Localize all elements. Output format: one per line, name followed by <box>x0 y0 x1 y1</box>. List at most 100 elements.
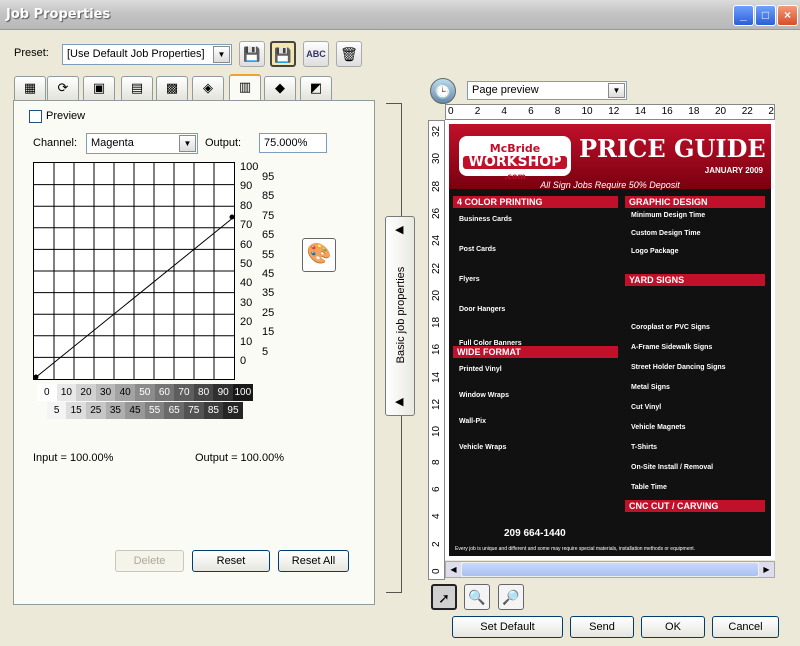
gray-swatch[interactable]: 55 <box>144 402 165 419</box>
output-scale-tick: 80 <box>240 199 253 212</box>
scrollbar-thumb[interactable] <box>462 563 758 576</box>
pointer-icon: ➚ <box>438 590 450 606</box>
gray-swatch[interactable]: 35 <box>105 402 126 419</box>
output-scale-tick: 40 <box>240 277 253 290</box>
tab-color-management[interactable]: ◩ <box>300 76 332 100</box>
gray-swatch[interactable]: 45 <box>125 402 145 419</box>
ruler-tick-label: 0 <box>448 106 454 117</box>
save-preset-button[interactable]: 💾 <box>239 41 265 67</box>
output-scale-tick: 20 <box>240 316 253 329</box>
cancel-button[interactable]: Cancel <box>712 616 779 638</box>
gray-swatch[interactable]: 65 <box>164 402 184 419</box>
title-bar: Job Properties _ □ × <box>0 0 800 30</box>
ruler-tick-label: 10 <box>431 426 442 438</box>
channel-select[interactable]: Magenta ▼ <box>86 133 198 154</box>
gray-swatch[interactable]: 75 <box>184 402 204 419</box>
section-yard-signs: YARD SIGNS <box>625 274 765 286</box>
abc-icon: ABC <box>306 49 326 59</box>
tab-rotate[interactable]: ⟳ <box>47 76 79 100</box>
select-tool-button[interactable]: ➚ <box>431 584 457 610</box>
send-button[interactable]: Send <box>570 616 634 638</box>
tab-layers[interactable]: ◆ <box>264 76 296 100</box>
chevron-left-icon[interactable]: ◀ <box>446 562 461 577</box>
price-row-label: Cut Vinyl <box>631 404 662 411</box>
gray-swatch[interactable]: 25 <box>86 402 106 419</box>
zoom-page-icon: 🔎 <box>502 589 520 605</box>
ruler-tick-label: 32 <box>431 125 442 137</box>
gray-swatch[interactable]: 100 <box>233 384 253 401</box>
media-icon: ▣ <box>92 80 106 95</box>
price-row-label: Metal Signs <box>631 384 670 391</box>
page-icon: ▦ <box>23 80 37 95</box>
output-value: 75.000% <box>264 137 308 149</box>
ruler-tick-label: 26 <box>431 207 442 219</box>
gray-swatch[interactable]: 30 <box>95 384 116 401</box>
set-default-button[interactable]: Set Default <box>452 616 563 638</box>
gray-swatch[interactable]: 0 <box>37 384 57 401</box>
save-as-preset-button[interactable]: 💾 <box>270 41 296 67</box>
tab-grid[interactable]: ▩ <box>156 76 188 100</box>
logo-main-text: WORKSHOP <box>463 155 567 169</box>
rename-preset-button[interactable]: ABC <box>303 41 329 67</box>
gray-swatch[interactable]: 40 <box>115 384 135 401</box>
tab-color-curves[interactable]: ▥ <box>229 74 261 101</box>
zoom-tool-button[interactable]: 🔍 <box>464 584 490 610</box>
page-preview[interactable]: McBride WORKSHOP .com PRICE GUIDE JANUAR… <box>445 120 775 560</box>
output-scale-tick: 30 <box>240 296 253 309</box>
preview-checkbox[interactable] <box>29 110 42 123</box>
curve-end-point[interactable] <box>229 214 235 220</box>
maximize-icon[interactable]: □ <box>755 5 776 26</box>
curve-graph[interactable] <box>33 162 235 380</box>
preview-horizontal-scrollbar[interactable]: ◀ ▶ <box>445 561 775 578</box>
ruler-horizontal: 024681012141618202224 <box>445 104 775 120</box>
output-scale-tick: 45 <box>262 268 275 280</box>
output-scale-tick: 25 <box>262 306 275 319</box>
zoom-fit-button[interactable]: 🔎 <box>498 584 524 610</box>
gray-swatch[interactable]: 95 <box>223 402 243 419</box>
chevron-down-icon[interactable]: ▼ <box>213 46 230 63</box>
delete-preset-button[interactable]: 🗑 <box>336 41 362 67</box>
delete-button[interactable]: Delete <box>115 550 184 572</box>
gray-swatch[interactable]: 15 <box>66 402 86 419</box>
output-scale-tick: 0 <box>240 355 247 368</box>
gray-swatch[interactable]: 5 <box>46 402 67 419</box>
tab-marks[interactable]: ◈ <box>192 76 224 100</box>
reset-button[interactable]: Reset <box>192 550 270 572</box>
minimize-icon[interactable]: _ <box>733 5 754 26</box>
artwork-date: JANUARY 2009 <box>704 166 763 175</box>
gray-swatch[interactable]: 85 <box>203 402 224 419</box>
section-graphic-design: GRAPHIC DESIGN <box>625 196 765 208</box>
price-row-label: Wall-Pix <box>459 418 486 425</box>
gray-swatch[interactable]: 50 <box>135 384 155 401</box>
gray-swatch[interactable]: 10 <box>56 384 77 401</box>
output-scale-tick: 35 <box>262 287 275 300</box>
price-row-label: Custom Design Time <box>631 230 701 237</box>
close-icon[interactable]: × <box>777 5 798 26</box>
preset-select[interactable]: [Use Default Job Properties] ▼ <box>62 44 232 65</box>
ok-button[interactable]: OK <box>641 616 705 638</box>
channel-value: Magenta <box>91 137 134 149</box>
ruler-tick-label: 20 <box>715 106 727 117</box>
color-swatch-button[interactable]: 🎨 <box>302 238 336 272</box>
refresh-preview-button[interactable]: 🕒 <box>430 78 456 104</box>
tab-media[interactable]: ▣ <box>83 76 115 100</box>
chevron-right-icon[interactable]: ▶ <box>759 562 774 577</box>
ruler-tick-label: 18 <box>431 316 442 329</box>
reset-all-button[interactable]: Reset All <box>278 550 349 572</box>
gray-swatch[interactable]: 90 <box>213 384 233 401</box>
chevron-down-icon[interactable]: ▼ <box>179 135 196 152</box>
chevron-down-icon[interactable]: ▼ <box>608 83 625 98</box>
output-field[interactable]: 75.000% <box>259 133 327 153</box>
gray-swatch[interactable]: 80 <box>193 384 214 401</box>
preview-mode-select[interactable]: Page preview ▼ <box>467 81 627 100</box>
output-scale-tick: 55 <box>262 248 275 261</box>
tab-tiling[interactable]: ▤ <box>121 76 153 100</box>
ruler-tick-label: 30 <box>431 153 442 165</box>
basic-job-properties-tab[interactable]: ◀ Basic job properties ◀ <box>385 216 415 416</box>
curve-svg[interactable] <box>33 163 235 380</box>
tab-layout[interactable]: ▦ <box>14 76 46 100</box>
preset-value: [Use Default Job Properties] <box>67 48 205 60</box>
gray-swatch[interactable]: 60 <box>154 384 175 401</box>
gray-swatch[interactable]: 20 <box>76 384 96 401</box>
gray-swatch[interactable]: 70 <box>174 384 194 401</box>
